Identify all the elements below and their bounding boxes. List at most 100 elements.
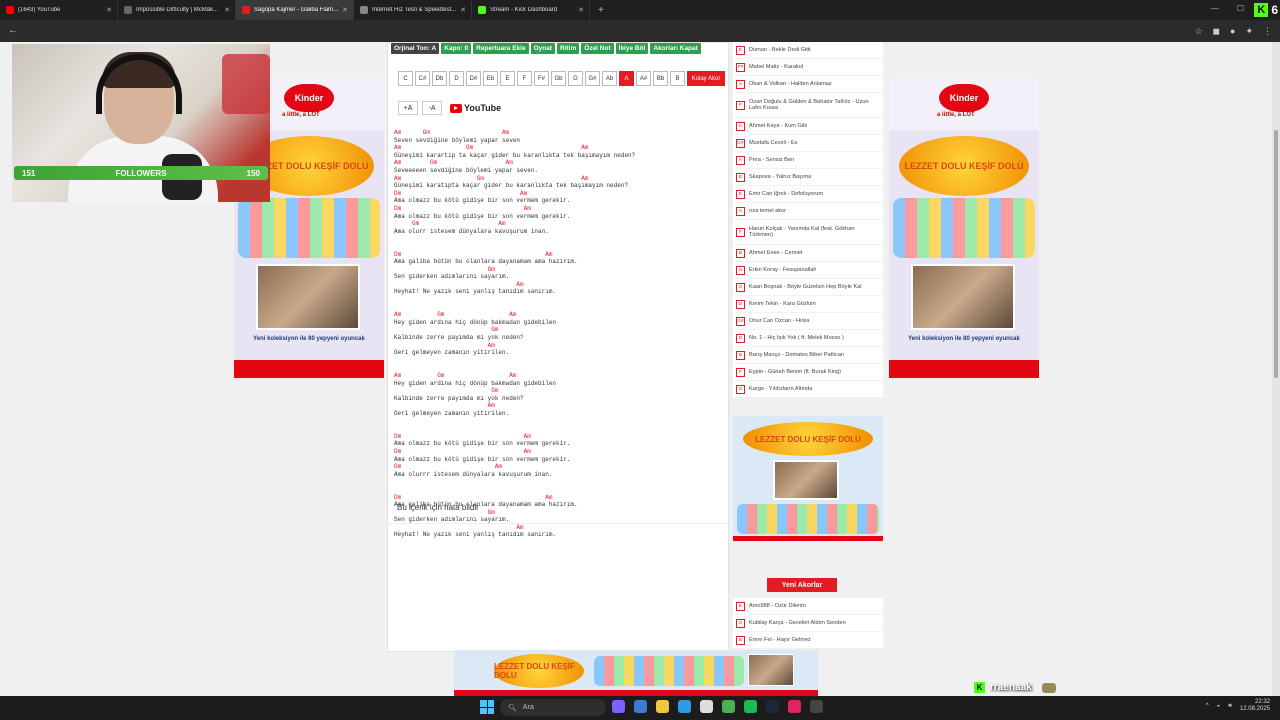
toolbar-button[interactable]: Ritim xyxy=(557,43,580,54)
song-list-item[interactable]: F# Mabel Matiz - Karakol xyxy=(733,59,883,76)
maximize-icon[interactable]: ☐ xyxy=(1237,4,1244,13)
minimize-icon[interactable]: — xyxy=(1211,4,1219,13)
browser-tab[interactable]: (1643) YouTube ✕ xyxy=(0,0,118,20)
chord-line: Dm Am xyxy=(394,204,531,212)
song-list-item[interactable]: A Pera - Sensiz Ben xyxy=(733,152,883,169)
taskbar-search[interactable]: 🔍︎ Ara xyxy=(500,699,606,716)
scroll-thumb[interactable] xyxy=(1274,130,1278,378)
toolbar-button[interactable]: Repertuara Ekle xyxy=(473,43,529,54)
transpose-key-button[interactable]: B xyxy=(670,71,685,86)
lyric-line: Kalbinde zerre payımda mı yok neden? xyxy=(394,394,524,402)
transpose-key-button[interactable]: Bb xyxy=(653,71,668,86)
song-list-item[interactable]: G Kubilay Karça - Geceleri Aldım Senden xyxy=(733,615,883,632)
song-list-item[interactable]: D No. 1 - Hiç Işık Yok ( ft. Melek Mosso… xyxy=(733,330,883,347)
browser-tab[interactable]: Impossible Difficulty | McMak... ✕ xyxy=(118,0,236,20)
song-list-item[interactable]: F Ozan Doğulu & Gülden & Bahadır Tatlıöz… xyxy=(733,93,883,118)
star-icon[interactable]: ☆ xyxy=(1194,26,1202,37)
transpose-key-button[interactable]: G xyxy=(568,71,583,86)
close-tab-icon[interactable]: ✕ xyxy=(460,6,466,14)
close-tab-icon[interactable]: ✕ xyxy=(106,6,112,14)
song-list-item[interactable]: E Amo988 - Özür Dilerim xyxy=(733,598,883,615)
song-list-item[interactable]: G Kaan Boşnak - Böyle Güzelsin Hep Böyle… xyxy=(733,279,883,296)
easy-chords-button[interactable]: Kolay Akor xyxy=(687,71,725,86)
toolbar-button[interactable]: Akorları Kapat xyxy=(650,43,701,54)
toolbar-button[interactable]: Kapo: 0 xyxy=(441,43,472,54)
song-list-item[interactable]: E Duman - Bekle Dedi Gitti xyxy=(733,42,883,59)
extension-icon[interactable]: ◼ xyxy=(1213,26,1220,37)
kinder-ad-bottom[interactable]: LEZZET DOLU KEŞİF DOLU xyxy=(454,650,818,696)
close-tab-icon[interactable]: ✕ xyxy=(342,6,348,14)
followers-count-right: 150 xyxy=(246,168,260,178)
new-tab-button[interactable]: + xyxy=(598,5,604,16)
song-list-item[interactable]: G Kargo - Yıldızların Altında xyxy=(733,381,883,398)
transpose-key-button[interactable]: F# xyxy=(534,71,549,86)
original-key-dropdown[interactable]: Orjinal Ton: A xyxy=(391,43,440,54)
task-view-icon[interactable] xyxy=(634,700,647,713)
ad-toys-image xyxy=(737,504,879,534)
transpose-key-button[interactable]: E xyxy=(500,71,515,86)
network-icon[interactable]: ◒ xyxy=(1217,703,1221,709)
back-arrow-icon[interactable]: ← xyxy=(8,25,18,36)
copilot-icon[interactable] xyxy=(612,700,625,713)
puzzle-icon[interactable]: ✦ xyxy=(1245,26,1253,37)
browser-tab[interactable]: Stream - Kick Dashboard ✕ xyxy=(472,0,590,20)
song-list-item[interactable]: A rıza temel akor xyxy=(733,203,883,220)
transpose-key-button[interactable]: G# xyxy=(585,71,600,86)
close-tab-icon[interactable]: ✕ xyxy=(578,6,584,14)
clock[interactable]: 22:32 12.08.2025 xyxy=(1240,699,1270,713)
transpose-key-button[interactable]: Eb xyxy=(483,71,498,86)
song-list-item[interactable]: B Ahmet Enes - Cennet xyxy=(733,245,883,262)
toolbar-button[interactable]: Özel Not xyxy=(581,43,614,54)
song-list-item[interactable]: F Harun Kolçak - Yanımda Kal (feat. Gökh… xyxy=(733,220,883,245)
song-list-item[interactable]: G# Mustafa Ceceli - Es xyxy=(733,135,883,152)
song-list-item[interactable]: G Erkin Koray - Fesupanallah xyxy=(733,262,883,279)
spotify-icon[interactable] xyxy=(744,700,757,713)
transpose-key-button[interactable]: C xyxy=(398,71,413,86)
increase-font-button[interactable]: +A xyxy=(398,101,418,115)
song-list-item[interactable]: C Ahmet Kaya - Kum Gibi xyxy=(733,118,883,135)
song-list-item[interactable]: F Eypio - Günah Benim (ft. Burak King) xyxy=(733,364,883,381)
volume-icon[interactable]: 🔊︎ xyxy=(1228,703,1232,710)
song-list-item[interactable]: B Emre Fel - Hayır Gelmez xyxy=(733,632,883,649)
new-chords-button[interactable]: Yeni Akorlar xyxy=(767,578,837,592)
close-tab-icon[interactable]: ✕ xyxy=(224,6,230,14)
song-list-item[interactable]: A Okan & Volkan - Halden Anlamaz xyxy=(733,76,883,93)
kinder-ad-sidebar[interactable]: LEZZET DOLU KEŞİF DOLU xyxy=(733,416,883,541)
chevron-up-icon[interactable]: ^ xyxy=(1206,703,1209,709)
toolbar-button[interactable]: İkiye Böl xyxy=(615,43,649,54)
kinder-ad-right[interactable]: Kinder a little, a LOT LEZZET DOLU KEŞİF… xyxy=(889,78,1039,378)
transpose-key-button[interactable]: D# xyxy=(466,71,481,86)
decrease-font-button[interactable]: -A xyxy=(422,101,442,115)
app-icon[interactable] xyxy=(810,700,823,713)
song-list-item[interactable]: D Kerim Tekin - Kara Gözlüm xyxy=(733,296,883,313)
page-scrollbar[interactable] xyxy=(1272,42,1280,696)
browser-tab[interactable]: Sagopa Kajmer - Galiba Flamen... ✕ xyxy=(236,0,354,20)
transpose-key-button[interactable]: Ab xyxy=(602,71,617,86)
toolbar-button[interactable]: Oynat xyxy=(530,43,556,54)
transpose-key-button[interactable]: A# xyxy=(636,71,651,86)
transpose-key-button[interactable]: D xyxy=(449,71,464,86)
chrome-icon[interactable] xyxy=(722,700,735,713)
song-list-item[interactable]: E Emir Can İğrek - Defoluyorum xyxy=(733,186,883,203)
song-list-item[interactable]: E Skapova - Yalnız Başıma xyxy=(733,169,883,186)
song-key-badge: A xyxy=(736,206,745,216)
obs-icon[interactable] xyxy=(788,700,801,713)
song-list-item[interactable]: G# Onur Can Özcan - Hırka xyxy=(733,313,883,330)
song-title: Okan & Volkan - Halden Anlamaz xyxy=(749,80,832,87)
youtube-button[interactable]: YouTube xyxy=(450,103,501,113)
transpose-key-button[interactable]: C# xyxy=(415,71,430,86)
browser-tab[interactable]: İnternet Hız Testi & Speedtest... ✕ xyxy=(354,0,472,20)
steam-icon[interactable] xyxy=(766,700,779,713)
profile-icon[interactable]: ● xyxy=(1230,26,1235,37)
file-explorer-icon[interactable] xyxy=(656,700,669,713)
edge-icon[interactable] xyxy=(678,700,691,713)
transpose-key-button[interactable]: F xyxy=(517,71,532,86)
menu-icon[interactable]: ⋮ xyxy=(1263,26,1272,37)
store-icon[interactable] xyxy=(700,700,713,713)
song-list-item[interactable]: B Barış Manço - Domates Biber Patlıcan xyxy=(733,347,883,364)
report-error-link[interactable]: Bu içerik için hata bildir xyxy=(397,503,479,512)
transpose-key-button[interactable]: Gb xyxy=(551,71,566,86)
transpose-key-button[interactable]: Db xyxy=(432,71,447,86)
transpose-key-button[interactable]: A xyxy=(619,71,634,86)
windows-start-icon[interactable] xyxy=(480,700,494,714)
